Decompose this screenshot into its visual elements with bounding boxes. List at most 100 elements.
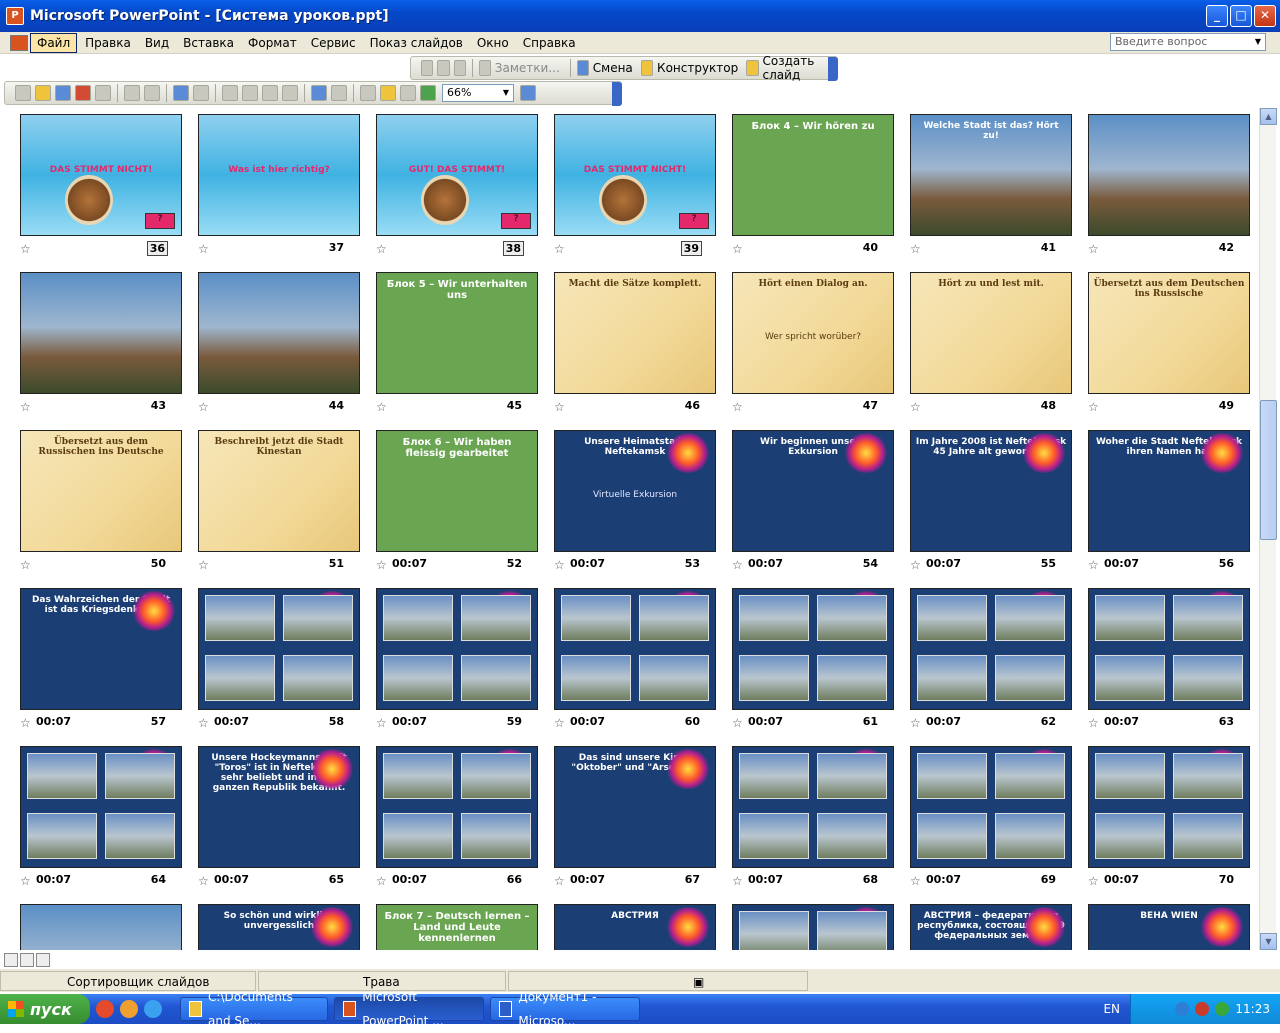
animation-star-icon[interactable]: ☆ <box>376 558 387 572</box>
slide-thumbnail-cell[interactable]: Hört zu und lest mit. ☆ 48 <box>894 266 1072 416</box>
animation-star-icon[interactable]: ☆ <box>20 400 31 414</box>
slide-thumbnail[interactable]: Hört zu und lest mit. <box>910 272 1072 394</box>
notes-button[interactable]: Заметки... <box>495 61 560 75</box>
toolbar-options-chevron[interactable] <box>612 82 622 106</box>
copy-icon[interactable] <box>242 85 258 101</box>
paste-icon[interactable] <box>262 85 278 101</box>
transition-button[interactable]: Смена <box>593 61 633 75</box>
undo-icon[interactable] <box>311 85 327 101</box>
slide-thumbnail-cell[interactable]: Das sind unsere Kinos "Oktober" und "Ars… <box>538 740 716 890</box>
slide-thumbnail[interactable] <box>376 588 538 710</box>
slide-thumbnail-cell[interactable]: Was ist hier richtig? ☆ 37 <box>182 108 360 258</box>
slide-thumbnail[interactable]: Блок 6 – Wir haben fleissig gearbeitet <box>376 430 538 552</box>
slide-thumbnail-cell[interactable]: ☆ 00:07 58 <box>182 582 360 732</box>
animation-star-icon[interactable]: ☆ <box>910 400 921 414</box>
slide-thumbnail-cell[interactable]: ☆ 43 <box>4 266 182 416</box>
menu-file[interactable]: Файл <box>30 32 78 53</box>
slide-thumbnail-cell[interactable]: ☆75 <box>716 898 894 950</box>
close-button[interactable]: ✕ <box>1254 5 1276 27</box>
slide-thumbnail[interactable] <box>198 588 360 710</box>
animation-star-icon[interactable]: ☆ <box>732 874 743 888</box>
slide-thumbnail-cell[interactable]: Welche Stadt ist das? Hört zu! ☆ 41 <box>894 108 1072 258</box>
taskbar-powerpoint[interactable]: Microsoft PowerPoint ... <box>334 990 484 1028</box>
menu-view[interactable]: Вид <box>139 34 175 52</box>
start-button[interactable]: пуск <box>0 994 90 1024</box>
animation-star-icon[interactable]: ☆ <box>198 558 209 572</box>
slide-thumbnail-cell[interactable]: Übersetzt aus dem Russischen ins Deutsch… <box>4 424 182 574</box>
slide-thumbnail-cell[interactable]: ☆ 00:07 62 <box>894 582 1072 732</box>
slide-thumbnail[interactable]: АВСТРИЯ – федеративная республика, состо… <box>910 904 1072 950</box>
cut-icon[interactable] <box>222 85 238 101</box>
animation-star-icon[interactable]: ☆ <box>910 558 921 572</box>
question-button[interactable]: ? <box>145 213 175 229</box>
slide-thumbnail[interactable] <box>554 588 716 710</box>
notes-icon[interactable] <box>478 60 491 76</box>
spelling-icon[interactable] <box>173 85 189 101</box>
print-icon[interactable] <box>124 85 140 101</box>
opera-icon[interactable] <box>96 1000 114 1018</box>
slide-thumbnail[interactable]: Übersetzt aus dem Russischen ins Deutsch… <box>20 430 182 552</box>
animation-star-icon[interactable]: ☆ <box>198 242 209 256</box>
slide-thumbnail[interactable]: Was ist hier richtig? <box>198 114 360 236</box>
slide-thumbnail-cell[interactable]: Woher die Stadt Neftekamsk ihren Namen h… <box>1072 424 1250 574</box>
slideshow-view-button[interactable] <box>36 953 50 967</box>
minimize-button[interactable]: _ <box>1206 5 1228 27</box>
slide-thumbnail[interactable] <box>198 272 360 394</box>
slide-thumbnail-cell[interactable]: ☆ 44 <box>182 266 360 416</box>
tray-network-icon[interactable] <box>1175 1002 1190 1016</box>
slide-thumbnail-cell[interactable]: ☆71 <box>4 898 182 950</box>
slide-thumbnail[interactable]: Im Jahre 2008 ist Neftekamsk 45 Jahre al… <box>910 430 1072 552</box>
slide-thumbnail[interactable] <box>20 272 182 394</box>
animation-star-icon[interactable]: ☆ <box>732 242 743 256</box>
animation-star-icon[interactable]: ☆ <box>376 400 387 414</box>
animation-star-icon[interactable]: ☆ <box>732 716 743 730</box>
slide-thumbnail[interactable] <box>910 588 1072 710</box>
menu-window[interactable]: Окно <box>471 34 515 52</box>
print-preview-icon[interactable] <box>144 85 160 101</box>
expand-icon[interactable] <box>453 60 466 76</box>
slide-thumbnail-cell[interactable]: Блок 7 – Deutsch lernen – Land und Leute… <box>360 898 538 950</box>
animation-star-icon[interactable]: ☆ <box>376 716 387 730</box>
menu-help[interactable]: Справка <box>517 34 582 52</box>
slide-thumbnail[interactable]: DAS STIMMT NICHT!? <box>20 114 182 236</box>
summary-slide-icon[interactable] <box>437 60 450 76</box>
slide-thumbnail-cell[interactable]: DAS STIMMT NICHT!? ☆ 36 <box>4 108 182 258</box>
slide-sorter-view-button[interactable] <box>20 953 34 967</box>
slide-thumbnail[interactable]: Welche Stadt ist das? Hört zu! <box>910 114 1072 236</box>
expand-all-icon[interactable] <box>360 85 376 101</box>
show-formatting-icon[interactable] <box>380 85 396 101</box>
research-icon[interactable] <box>193 85 209 101</box>
vertical-scrollbar[interactable]: ▲ ▼ <box>1259 108 1277 950</box>
open-icon[interactable] <box>35 85 51 101</box>
slide-thumbnail-cell[interactable]: ☆ 00:07 61 <box>716 582 894 732</box>
new-icon[interactable] <box>15 85 31 101</box>
format-painter-icon[interactable] <box>282 85 298 101</box>
taskbar-word[interactable]: Документ1 - Microso... <box>490 990 640 1028</box>
menu-format[interactable]: Формат <box>242 34 303 52</box>
slide-thumbnail-cell[interactable]: Im Jahre 2008 ist Neftekamsk 45 Jahre al… <box>894 424 1072 574</box>
slide-thumbnail[interactable] <box>20 904 182 950</box>
slide-thumbnail-cell[interactable]: GUT! DAS STIMMT!? ☆ 38 <box>360 108 538 258</box>
slide-thumbnail[interactable]: Beschreibt jetzt die Stadt Kinestan <box>198 430 360 552</box>
language-indicator[interactable]: EN <box>1103 1002 1120 1016</box>
animation-star-icon[interactable]: ☆ <box>376 874 387 888</box>
slide-thumbnail-cell[interactable]: DAS STIMMT NICHT!? ☆ 39 <box>538 108 716 258</box>
slide-thumbnail[interactable]: Блок 4 – Wir hören zu <box>732 114 894 236</box>
maximize-button[interactable]: □ <box>1230 5 1252 27</box>
slide-thumbnail-cell[interactable]: ВЕНА WIEN☆77 <box>1072 898 1250 950</box>
slide-thumbnail-cell[interactable]: ☆ 00:07 64 <box>4 740 182 890</box>
slide-thumbnail-cell[interactable]: Beschreibt jetzt die Stadt Kinestan ☆ 51 <box>182 424 360 574</box>
zoom-select[interactable]: 66% ▼ <box>442 84 514 102</box>
slide-thumbnail-cell[interactable]: Блок 5 – Wir unterhalten uns ☆ 45 <box>360 266 538 416</box>
scroll-down-arrow[interactable]: ▼ <box>1260 933 1277 950</box>
new-slide-icon[interactable] <box>746 60 759 76</box>
slide-thumbnail[interactable]: Das Wahrzeichen der Stadt ist das Kriegs… <box>20 588 182 710</box>
slide-thumbnail[interactable]: ВЕНА WIEN <box>1088 904 1250 950</box>
document-icon[interactable] <box>10 34 28 51</box>
ie-icon[interactable] <box>144 1000 162 1018</box>
menu-edit[interactable]: Правка <box>79 34 137 52</box>
animation-star-icon[interactable]: ☆ <box>1088 558 1099 572</box>
toolbar-options-chevron[interactable] <box>828 57 838 81</box>
slide-thumbnail-cell[interactable]: Das Wahrzeichen der Stadt ist das Kriegs… <box>4 582 182 732</box>
slide-thumbnail[interactable] <box>1088 588 1250 710</box>
